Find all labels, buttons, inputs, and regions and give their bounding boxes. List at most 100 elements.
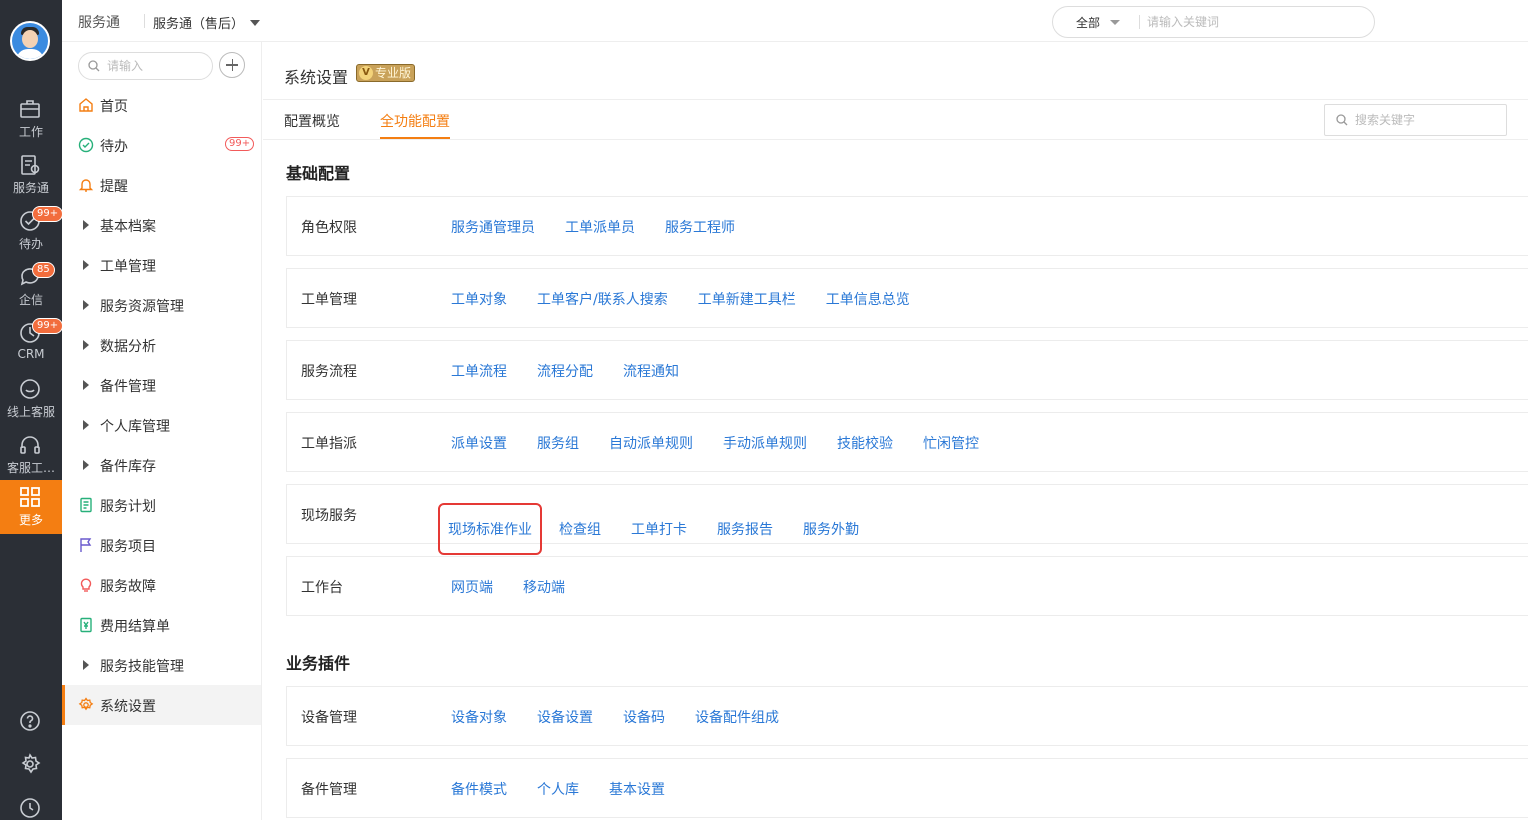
rail-item-chat[interactable]: 85 企信 [0, 260, 62, 316]
sidebar-item-basic-archive[interactable]: 基本档案 [62, 205, 261, 245]
sidebar-item-service-plan[interactable]: 服务计划 [62, 485, 261, 525]
gear-icon [78, 697, 94, 711]
sidebar-item-todo[interactable]: 待办 99+ [62, 125, 261, 165]
section-title-plugins: 业务插件 [286, 654, 351, 673]
check-circle-icon [78, 137, 94, 153]
sidebar-item-ticket-management[interactable]: 工单管理 [62, 245, 261, 285]
link-ticket-overview[interactable]: 工单信息总览 [826, 289, 910, 309]
user-avatar[interactable] [10, 21, 50, 61]
config-row-role-permission: 角色权限 服务通管理员 工单派单员 服务工程师 [286, 196, 1528, 256]
link-field-attendance[interactable]: 服务外勤 [803, 519, 859, 539]
link-manual-dispatch-rules[interactable]: 手动派单规则 [723, 433, 807, 453]
menu-search-input[interactable] [107, 58, 207, 74]
app-name: 服务通 [78, 15, 120, 31]
link-ticket-checkin[interactable]: 工单打卡 [631, 519, 687, 539]
crm-badge: 99+ [32, 318, 64, 334]
link-device-code[interactable]: 设备码 [623, 707, 665, 727]
caret-right-icon [83, 460, 89, 470]
config-row-ticket-dispatch: 工单指派 派单设置 服务组 自动派单规则 手动派单规则 技能校验 忙闲管控 [286, 412, 1528, 472]
link-flow-notify[interactable]: 流程通知 [623, 361, 679, 381]
smile-chat-icon [20, 379, 40, 399]
sidebar-item-system-settings[interactable]: 系统设置 [62, 685, 261, 725]
link-service-engineer[interactable]: 服务工程师 [665, 217, 735, 237]
link-service-group[interactable]: 服务组 [537, 433, 579, 453]
link-busy-control[interactable]: 忙闲管控 [923, 433, 979, 453]
keyword-search-input[interactable] [1355, 112, 1495, 128]
help-icon[interactable] [19, 710, 41, 732]
keyword-search [1324, 104, 1507, 136]
link-field-standard-work[interactable]: 现场标准作业 [438, 503, 542, 555]
link-service-admin[interactable]: 服务通管理员 [451, 217, 535, 237]
sidebar-item-service-resources[interactable]: 服务资源管理 [62, 285, 261, 325]
caret-right-icon [83, 300, 89, 310]
app-rail: 工作 服务通 99+ 待办 85 企信 99+ CRM 线上客服 客服工… 更多 [0, 0, 64, 820]
chat-badge: 85 [32, 262, 55, 278]
sidebar-item-personal-stock[interactable]: 个人库管理 [62, 405, 261, 445]
rail-item-service-desk[interactable]: 客服工… [0, 428, 62, 484]
page-title: 系统设置 [284, 68, 349, 87]
link-mobile[interactable]: 移动端 [523, 577, 565, 597]
link-auto-dispatch-rules[interactable]: 自动派单规则 [609, 433, 693, 453]
link-ticket-flow[interactable]: 工单流程 [451, 361, 507, 381]
link-ticket-object[interactable]: 工单对象 [451, 289, 507, 309]
home-icon [79, 98, 93, 112]
sidebar-item-home[interactable]: 首页 [62, 85, 261, 125]
sidebar-item-skill-management[interactable]: 服务技能管理 [62, 645, 261, 685]
sidebar-item-service-fault[interactable]: 服务故障 [62, 565, 261, 605]
settings-icon[interactable] [19, 753, 41, 775]
vip-icon: V [359, 66, 373, 80]
link-inspection-group[interactable]: 检查组 [559, 519, 601, 539]
sidebar-item-data-analysis[interactable]: 数据分析 [62, 325, 261, 365]
link-ticket-contact-search[interactable]: 工单客户/联系人搜索 [537, 289, 668, 309]
caret-right-icon [83, 220, 89, 230]
tab-config-overview[interactable]: 配置概览 [284, 111, 340, 131]
rail-item-work[interactable]: 工作 [0, 92, 62, 148]
sub-app-selector[interactable]: 服务通（售后） [153, 13, 244, 32]
rail-item-todo[interactable]: 99+ 待办 [0, 204, 64, 260]
global-search: 全部 [1052, 6, 1375, 38]
yen-doc-icon [80, 617, 92, 633]
top-header: 服务通 服务通（售后） 全部 [62, 0, 1528, 42]
caret-right-icon [83, 260, 89, 270]
search-scope-select[interactable]: 全部 [1076, 14, 1100, 31]
flag-icon [80, 538, 92, 552]
sidebar-item-fee-settlement[interactable]: 费用结算单 [62, 605, 261, 645]
rail-item-more[interactable]: 更多 [0, 480, 62, 534]
history-icon[interactable] [19, 797, 41, 819]
tab-full-config[interactable]: 全功能配置 [380, 111, 450, 131]
link-device-parts[interactable]: 设备配件组成 [695, 707, 779, 727]
link-web[interactable]: 网页端 [451, 577, 493, 597]
link-personal-stock[interactable]: 个人库 [537, 779, 579, 799]
link-dispatch-settings[interactable]: 派单设置 [451, 433, 507, 453]
bulb-icon [80, 578, 92, 592]
chevron-down-icon[interactable] [1110, 20, 1120, 25]
sidebar-item-spare-parts[interactable]: 备件管理 [62, 365, 261, 405]
global-search-input[interactable] [1147, 13, 1357, 31]
caret-right-icon [83, 380, 89, 390]
section-title-basic: 基础配置 [286, 164, 351, 183]
link-service-report[interactable]: 服务报告 [717, 519, 773, 539]
edition-badge: V 专业版 [356, 64, 416, 82]
link-flow-assign[interactable]: 流程分配 [537, 361, 593, 381]
chevron-down-icon[interactable] [250, 20, 260, 26]
sidebar-item-parts-inventory[interactable]: 备件库存 [62, 445, 261, 485]
bell-icon [78, 179, 94, 192]
link-device-settings[interactable]: 设备设置 [537, 707, 593, 727]
todo-count-badge: 99+ [225, 137, 255, 151]
link-device-object[interactable]: 设备对象 [451, 707, 507, 727]
grid-icon [20, 487, 40, 507]
config-row-ticket-management: 工单管理 工单对象 工单客户/联系人搜索 工单新建工具栏 工单信息总览 [286, 268, 1528, 328]
link-skill-check[interactable]: 技能校验 [837, 433, 893, 453]
link-parts-mode[interactable]: 备件模式 [451, 779, 507, 799]
search-icon [88, 60, 100, 72]
link-ticket-toolbar[interactable]: 工单新建工具栏 [698, 289, 796, 309]
rail-item-crm[interactable]: 99+ CRM [0, 316, 64, 372]
sidebar-item-reminder[interactable]: 提醒 [62, 165, 261, 205]
link-dispatcher[interactable]: 工单派单员 [565, 217, 635, 237]
config-row-service-flow: 服务流程 工单流程 流程分配 流程通知 [286, 340, 1528, 400]
link-basic-settings[interactable]: 基本设置 [609, 779, 665, 799]
rail-item-online-service[interactable]: 线上客服 [0, 372, 62, 428]
add-menu-button[interactable] [219, 52, 245, 78]
rail-item-service[interactable]: 服务通 [0, 148, 62, 204]
sidebar-item-service-project[interactable]: 服务项目 [62, 525, 261, 565]
